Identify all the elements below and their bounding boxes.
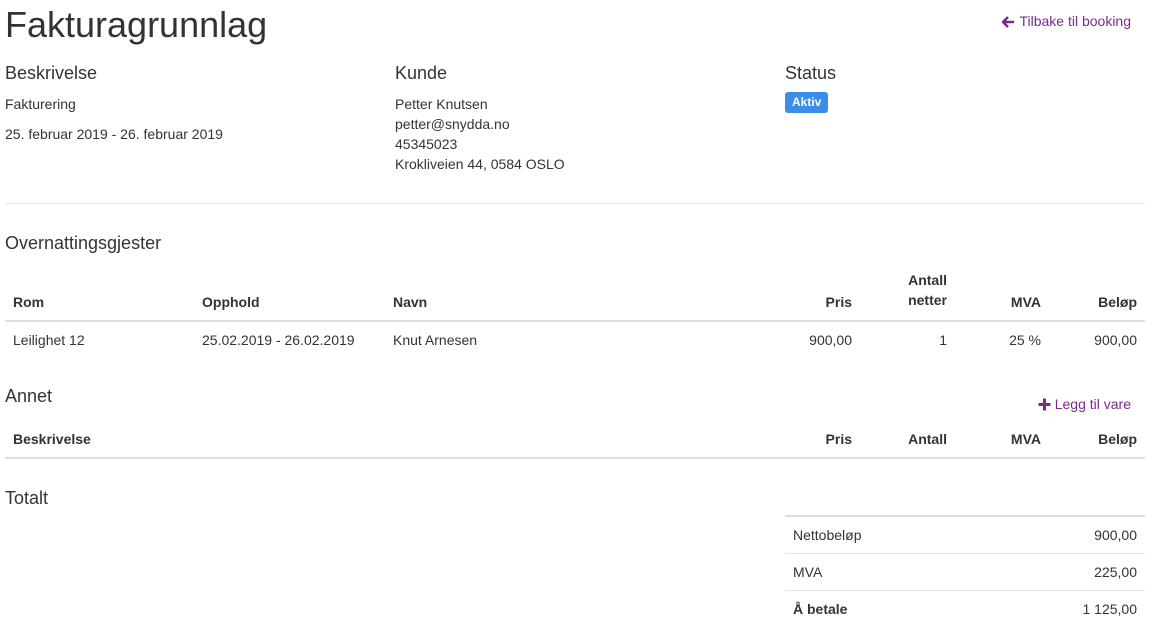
- description-section: Beskrivelse Fakturering 25. februar 2019…: [5, 63, 223, 144]
- other-heading: Annet: [5, 386, 53, 406]
- cell-stay: 25.02.2019 - 26.02.2019: [202, 332, 355, 348]
- cell-vat: 25 %: [1009, 332, 1041, 348]
- col-other-vat: MVA: [1010, 431, 1041, 447]
- customer-name: Petter Knutsen: [395, 96, 488, 112]
- description-heading: Beskrivelse: [5, 63, 98, 83]
- totals-row: Nettobeløp 900,00: [785, 516, 1145, 554]
- cell-room: Leilighet 12: [13, 332, 85, 348]
- cell-amount: 900,00: [1094, 332, 1137, 348]
- arrow-left-icon: [1002, 16, 1015, 28]
- col-name: Navn: [393, 294, 428, 310]
- totals-value-net: 900,00: [981, 516, 1145, 554]
- back-link-label: Tilbake til booking: [1019, 13, 1131, 29]
- col-amount: Beløp: [1098, 294, 1137, 310]
- totals-row: MVA 225,00: [785, 553, 1145, 591]
- customer-address: Krokliveien 44, 0584 OSLO: [395, 156, 565, 172]
- totals-value-vat: 225,00: [981, 553, 1145, 591]
- plus-icon: [1038, 398, 1051, 411]
- back-to-booking-link[interactable]: Tilbake til booking: [1002, 13, 1131, 29]
- totals-value-due: 1 125,00: [1082, 600, 1138, 617]
- other-header-row: Beskrivelse Pris Antall MVA Beløp: [5, 431, 1145, 458]
- cell-name: Knut Arnesen: [393, 332, 478, 348]
- totals-label-net: Nettobeløp: [785, 516, 982, 554]
- guests-table: Rom Opphold Navn Pris Antall netter MVA …: [5, 270, 1145, 358]
- totals-row: Å betale 1 125,00: [785, 590, 1145, 627]
- guests-header-row: Rom Opphold Navn Pris Antall netter MVA …: [5, 270, 1145, 321]
- totals-label-vat: MVA: [785, 553, 982, 591]
- section-divider: [5, 203, 1145, 204]
- col-description: Beskrivelse: [13, 431, 91, 447]
- cell-price: 900,00: [809, 332, 852, 348]
- page-title: Fakturagrunnlag: [5, 4, 268, 45]
- description-text: Fakturering: [5, 96, 76, 112]
- col-nights-line1: Antall: [908, 272, 947, 288]
- col-stay: Opphold: [202, 294, 260, 310]
- add-item-label: Legg til vare: [1054, 396, 1131, 412]
- other-table: Beskrivelse Pris Antall MVA Beløp: [5, 431, 1145, 459]
- col-other-price: Pris: [825, 431, 852, 447]
- table-row: Leilighet 12 25.02.2019 - 26.02.2019 Knu…: [5, 321, 1145, 358]
- customer-heading: Kunde: [395, 63, 448, 83]
- col-vat: MVA: [1010, 294, 1041, 310]
- status-section: Status Aktiv: [785, 63, 836, 113]
- customer-section: Kunde Petter Knutsen petter@snydda.no 45…: [395, 63, 565, 174]
- totals-label-due: Å betale: [793, 600, 848, 617]
- status-heading: Status: [785, 63, 837, 83]
- col-other-amount: Beløp: [1098, 431, 1137, 447]
- status-badge: Aktiv: [785, 92, 829, 113]
- customer-phone: 45345023: [395, 136, 458, 152]
- add-item-button[interactable]: Legg til vare: [1038, 396, 1131, 412]
- col-room: Rom: [13, 294, 45, 310]
- col-nights: Antall netter: [860, 270, 955, 321]
- totals-heading: Totalt: [5, 488, 49, 508]
- guests-heading: Overnattingsgjester: [5, 233, 162, 253]
- col-nights-line2: netter: [908, 292, 947, 308]
- cell-nights: 1: [939, 332, 947, 348]
- description-period: 25. februar 2019 - 26. februar 2019: [5, 126, 223, 142]
- totals-table: Nettobeløp 900,00 MVA 225,00 Å betale 1 …: [785, 515, 1145, 627]
- customer-email: petter@snydda.no: [395, 116, 510, 132]
- col-price: Pris: [825, 294, 852, 310]
- col-qty: Antall: [908, 431, 947, 447]
